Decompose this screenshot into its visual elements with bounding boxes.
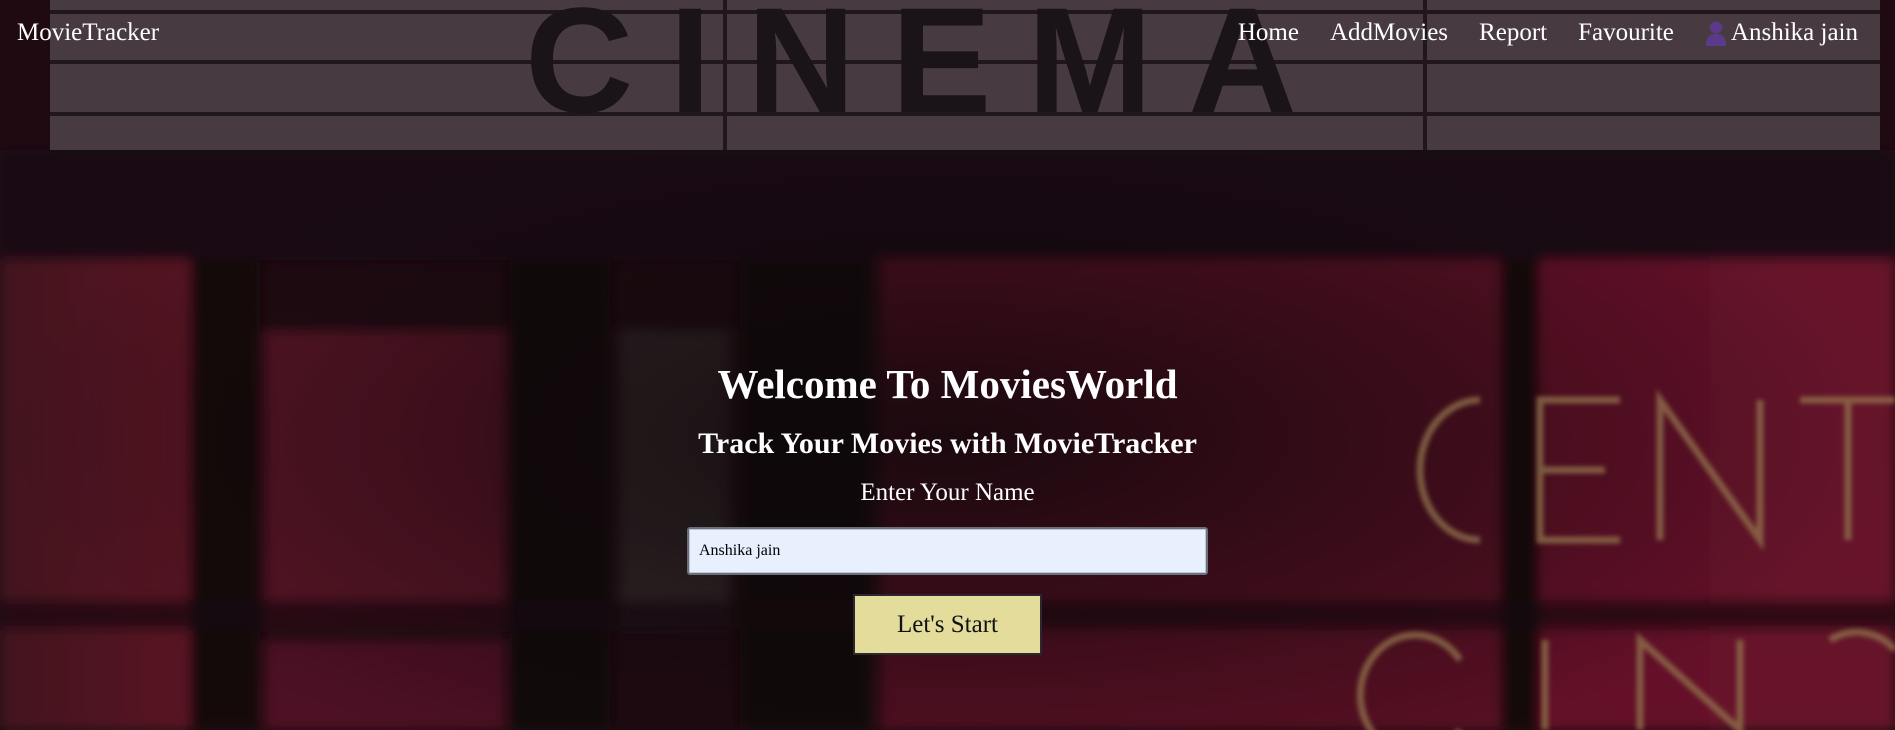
hero-section: Welcome To MoviesWorld Track Your Movies…	[0, 360, 1895, 655]
user-icon	[1705, 20, 1727, 46]
nav-report-link[interactable]: Report	[1479, 17, 1547, 49]
nav-favourite-link[interactable]: Favourite	[1578, 17, 1674, 49]
nav-home-link[interactable]: Home	[1238, 17, 1299, 49]
page-title: Welcome To MoviesWorld	[717, 361, 1178, 407]
user-menu[interactable]: Anshika jain	[1705, 17, 1858, 49]
page-subtitle: Track Your Movies with MovieTracker	[698, 427, 1197, 460]
nav-links: Home AddMovies Report Favourite Anshika …	[1238, 17, 1858, 49]
nav-add-movies-link[interactable]: AddMovies	[1330, 17, 1448, 49]
brand-link[interactable]: MovieTracker	[17, 17, 159, 49]
user-name: Anshika jain	[1730, 19, 1858, 46]
name-input[interactable]	[687, 527, 1208, 575]
lets-start-button[interactable]: Let's Start	[853, 594, 1042, 655]
navbar: MovieTracker Home AddMovies Report Favou…	[0, 0, 1895, 68]
name-prompt-label: Enter Your Name	[860, 479, 1035, 506]
